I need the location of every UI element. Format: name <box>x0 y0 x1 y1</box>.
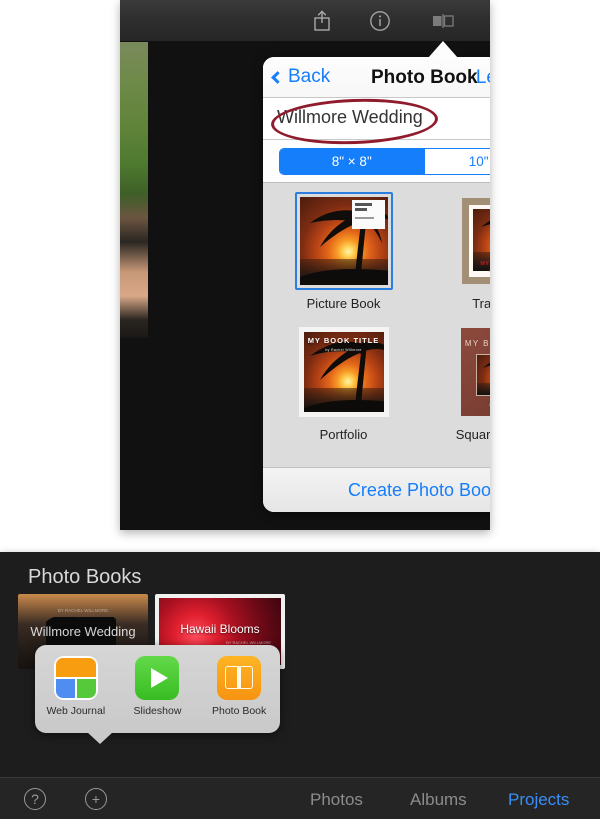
learn-more-link[interactable]: Learn More <box>476 67 490 89</box>
back-button-label: Back <box>288 66 331 87</box>
cover-title: MY BOOK TITLE <box>480 261 490 267</box>
background-photo <box>120 38 148 338</box>
tab-projects[interactable]: Projects <box>508 790 569 810</box>
popover-nav-bar: Back Photo Book Learn More <box>263 57 490 98</box>
add-item-photo-book[interactable]: Photo Book <box>202 656 276 717</box>
segment-10x10[interactable]: 10" × 10" <box>424 148 490 174</box>
cover-title: MY BOOK TITLE <box>307 336 380 345</box>
share-icon[interactable] <box>310 9 334 38</box>
theme-label-travelogue: Travelogue <box>472 296 490 311</box>
web-journal-pane-top <box>55 658 96 677</box>
theme-label-portfolio: Portfolio <box>319 427 368 442</box>
theme-item-travelogue[interactable]: MY BOOK TITLE by Rachel Willmore Travelo… <box>424 192 490 323</box>
book-title-row <box>263 98 490 140</box>
top-screenshot-panel: Back Photo Book Learn More 8" × 8" 10" ×… <box>120 0 490 530</box>
popover-title: Photo Book <box>371 67 478 88</box>
palm-tree-icon <box>482 362 490 368</box>
cover-inner: MY BOOK TITLE by Rachel Willmore <box>468 205 490 277</box>
tab-albums[interactable]: Albums <box>410 790 467 810</box>
theme-label-square-x-square: Square x Square <box>455 427 490 442</box>
chevron-left-icon <box>271 71 284 84</box>
add-glyph: + <box>91 791 101 807</box>
size-segmented-control-wrap: 8" × 8" 10" × 10" <box>263 140 490 182</box>
size-segmented-control[interactable]: 8" × 8" 10" × 10" <box>279 147 490 175</box>
theme-thumbnail-square-x-square[interactable]: MY BOOK TITLE by Rachel Will <box>456 323 490 421</box>
popover-arrow <box>428 41 458 58</box>
back-button[interactable]: Back <box>271 66 331 88</box>
theme-item-square-x-square[interactable]: MY BOOK TITLE by Rachel Will <box>424 323 490 454</box>
section-title: Photo Books <box>28 566 142 588</box>
segment-8x8[interactable]: 8" × 8" <box>280 148 424 174</box>
cover-frame: MY BOOK TITLE by Rachel Willmore <box>298 327 389 417</box>
cover-subtitle-line <box>354 217 374 219</box>
cover-title-card <box>351 200 385 229</box>
book-spine <box>238 666 240 689</box>
cover-title: MY BOOK TITLE <box>464 339 490 348</box>
page-root: Back Photo Book Learn More 8" × 8" 10" ×… <box>0 0 600 819</box>
add-item-label-web-journal: Web Journal <box>46 705 106 717</box>
project-subtitle: BY RACHEL WILLMORE <box>57 608 109 613</box>
web-journal-icon <box>53 656 98 700</box>
info-icon[interactable] <box>368 9 392 38</box>
web-journal-pane-bottom-left <box>55 679 75 698</box>
help-icon[interactable]: ? <box>24 788 46 810</box>
project-title: Willmore Wedding <box>30 624 136 639</box>
theme-thumbnail-travelogue[interactable]: MY BOOK TITLE by Rachel Willmore <box>456 192 490 290</box>
cover-subtitle: by Rachel Willmore <box>461 403 490 407</box>
book-page-left <box>225 666 239 689</box>
cover-title-line2 <box>354 208 368 211</box>
add-item-web-journal[interactable]: Web Journal <box>39 656 113 717</box>
book-page-right <box>240 666 254 689</box>
photo-book-popover: Back Photo Book Learn More 8" × 8" 10" ×… <box>263 57 490 512</box>
theme-grid: Picture Book MY Tra MY BOOK TITLE by Rac… <box>263 192 490 454</box>
play-triangle <box>151 668 169 688</box>
slideshow-play-icon <box>135 656 180 700</box>
create-photo-book-button[interactable]: Create Photo Book <box>263 467 490 512</box>
cover-frame: MY BOOK TITLE by Rachel Will <box>460 328 490 416</box>
add-item-slideshow[interactable]: Slideshow <box>120 656 194 717</box>
help-glyph: ? <box>31 791 39 807</box>
add-item-label-slideshow: Slideshow <box>133 705 182 717</box>
book-title-input[interactable] <box>277 107 490 128</box>
project-title: Hawaii Blooms <box>180 622 260 636</box>
create-photo-book-label: Create Photo Book <box>347 479 490 500</box>
add-project-popover: Web Journal Slideshow Photo Book <box>35 645 280 744</box>
tab-photos[interactable]: Photos <box>310 790 363 810</box>
photo-book-icon <box>217 656 262 700</box>
theme-thumbnail-portfolio[interactable]: MY BOOK TITLE by Rachel Willmore <box>295 323 393 421</box>
cover-subtitle: by Rachel Willmore <box>325 348 362 352</box>
layout-split-icon[interactable] <box>430 9 456 38</box>
cover-subtitle: by Rachel Willmore <box>469 269 490 273</box>
theme-grid-area: Picture Book MY Tra MY BOOK TITLE by Rac… <box>263 182 490 467</box>
add-icon[interactable]: + <box>85 788 107 810</box>
app-toolbar <box>120 0 490 42</box>
cover-frame: MY BOOK TITLE by Rachel Willmore <box>461 198 490 284</box>
theme-item-picture-book[interactable]: Picture Book <box>263 192 424 323</box>
bottom-screenshot-panel: Photo Books BY RACHEL WILLMORE Willmore … <box>0 552 600 819</box>
theme-item-portfolio[interactable]: MY BOOK TITLE by Rachel Willmore Portfol… <box>263 323 424 454</box>
bottom-toolbar: ? + Photos Albums Projects <box>0 777 600 819</box>
add-item-label-photo-book: Photo Book <box>211 705 267 717</box>
cover-photo <box>475 354 490 396</box>
web-journal-pane-bottom-right <box>76 679 96 698</box>
cover-title-line <box>354 203 372 206</box>
theme-thumbnail-picture-book[interactable] <box>294 192 393 290</box>
theme-label-picture-book: Picture Book <box>306 296 381 311</box>
